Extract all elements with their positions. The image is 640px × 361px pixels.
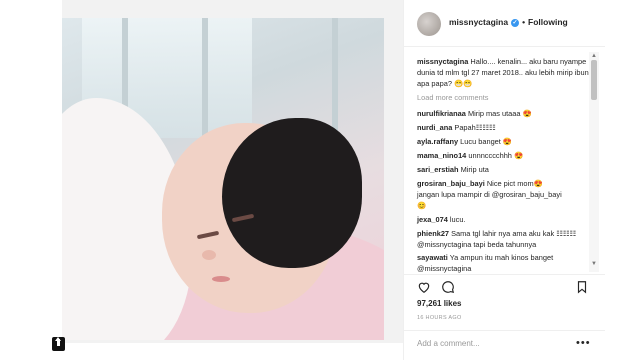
- caption: missnyctagina Hallo.... kenalin... aku b…: [417, 56, 590, 89]
- list-item: phienk27 Sama tgl lahir nya ama aku kak …: [417, 228, 590, 250]
- separator-dot: •: [522, 17, 526, 27]
- likes-count[interactable]: 97,261 likes: [417, 299, 461, 308]
- comment-username[interactable]: jexa_074: [417, 215, 448, 224]
- list-item: ayla.raffany Lucu banget 😍: [417, 136, 590, 147]
- post-header: missnyctagina ✓ • Following: [404, 0, 605, 47]
- comments-list: missnyctagina Hallo.... kenalin... aku b…: [404, 52, 590, 274]
- list-item: jexa_074 lucu.: [417, 214, 590, 225]
- comment-username[interactable]: grosiran_baju_bayi: [417, 179, 485, 188]
- comment-username[interactable]: mama_nino14: [417, 151, 466, 160]
- post-photo-area: [62, 0, 403, 343]
- comment-username[interactable]: sayawati: [417, 253, 448, 262]
- comment-text: Mirip uta: [460, 165, 489, 174]
- comment-username[interactable]: phienk27: [417, 229, 449, 238]
- add-comment-bar: •••: [404, 330, 605, 361]
- photo-baby-nose: [202, 250, 216, 260]
- action-bar: [404, 274, 605, 299]
- verified-badge-icon: ✓: [511, 18, 520, 27]
- comment-username[interactable]: ayla.raffany: [417, 137, 458, 146]
- comment-bubble-icon[interactable]: [441, 280, 455, 294]
- list-item: nurdi_ana Papah☷☷☷: [417, 122, 590, 133]
- share-icon[interactable]: [52, 337, 65, 351]
- heart-icon[interactable]: [417, 280, 431, 294]
- caption-username[interactable]: missnyctagina: [417, 57, 468, 66]
- comment-username[interactable]: sari_erstiah: [417, 165, 459, 174]
- post-side-panel: missnyctagina ✓ • Following missnyctagina H…: [403, 0, 605, 360]
- avatar[interactable]: [417, 12, 441, 36]
- scroll-down-arrow-icon[interactable]: ▼: [591, 261, 597, 267]
- bookmark-icon[interactable]: [575, 280, 589, 294]
- comment-text: Mirip mas utaaa 😍: [467, 109, 532, 118]
- post-photo[interactable]: [62, 18, 384, 340]
- comment-text: Lucu banget 😍: [460, 137, 513, 146]
- comment-username[interactable]: nurdi_ana: [417, 123, 452, 132]
- scroll-up-arrow-icon[interactable]: ▲: [591, 53, 597, 59]
- header-user-row: missnyctagina ✓ • Following: [449, 17, 568, 27]
- list-item: grosiran_baju_bayi Nice pict mom😍 jangan…: [417, 178, 567, 211]
- list-item: sayawati Ya ampun itu mah kinos banget @…: [417, 252, 590, 274]
- add-comment-input[interactable]: [417, 339, 557, 348]
- scrollbar-thumb[interactable]: [591, 60, 597, 100]
- following-button[interactable]: Following: [528, 17, 568, 27]
- more-options-icon[interactable]: •••: [576, 337, 591, 349]
- photo-baby-mouth: [212, 276, 230, 282]
- list-item: sari_erstiah Mirip uta: [417, 164, 590, 175]
- header-username[interactable]: missnyctagina: [449, 17, 508, 27]
- comment-text: Papah☷☷☷: [454, 123, 496, 132]
- comments-scrollbar[interactable]: ▲ ▼: [589, 52, 599, 272]
- photo-baby-hair: [222, 118, 362, 268]
- comment-text: unnncccchhh 😍: [468, 151, 524, 160]
- post-timestamp: 16 HOURS AGO: [417, 315, 462, 321]
- list-item: nurulfikrianaa Mirip mas utaaa 😍: [417, 108, 590, 119]
- comment-username[interactable]: nurulfikrianaa: [417, 109, 466, 118]
- comment-text: lucu.: [449, 215, 466, 224]
- load-more-comments-link[interactable]: Load more comments: [417, 93, 488, 102]
- list-item: mama_nino14 unnncccchhh 😍: [417, 150, 590, 161]
